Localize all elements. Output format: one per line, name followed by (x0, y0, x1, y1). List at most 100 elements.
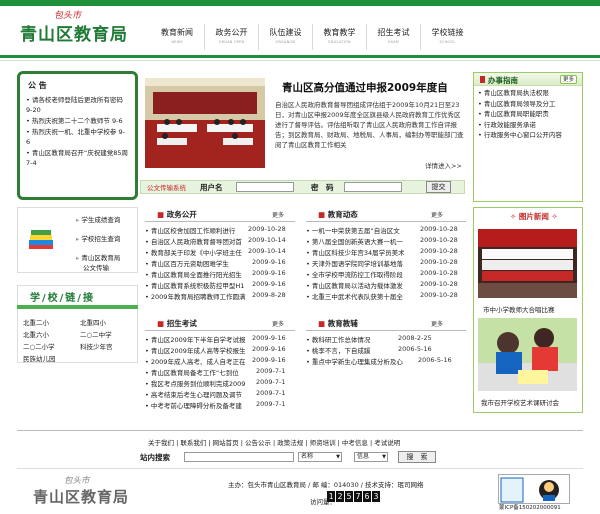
research-date: 2006-5-16 (398, 345, 432, 353)
office-item[interactable]: • 青山区教育局职能职责 (474, 109, 582, 120)
nav-school[interactable]: 学校链接 SCHOOL (420, 24, 474, 50)
nav-sub: EXAM (388, 40, 399, 44)
school-link[interactable]: 二○二小学 (23, 341, 55, 351)
doc-transfer-link[interactable]: ▸ 青山区教育局 (76, 252, 120, 262)
research-row[interactable]: • 教科研工作总体情况 (306, 334, 370, 344)
nav-exam[interactable]: 招生考试 EXAM (366, 24, 420, 50)
search-field-select[interactable]: 名称 ▼ (298, 452, 342, 462)
featured-title[interactable]: 青山区高分值通过申报2009年度自 (282, 80, 448, 95)
chevron-down-icon: ▼ (336, 454, 340, 460)
dynamics-date: 2009-10-28 (420, 280, 458, 288)
office-more-button[interactable]: 更多 (560, 75, 577, 84)
choir-photo[interactable] (478, 229, 577, 298)
politics-row[interactable]: • 青山区校舍加固工作顺利进行 (145, 225, 235, 235)
exam-more-link[interactable]: 更多 (272, 319, 284, 328)
exam-row[interactable]: • 2009年成人高考、成人自考正在 (145, 356, 245, 366)
exam-row[interactable]: • 青山区2009年下半年自学考试报 (145, 334, 245, 344)
dynamics-more-link[interactable]: 更多 (431, 210, 443, 219)
politics-row[interactable]: • 青山区百万元资助困难学生 (145, 258, 229, 268)
art-class-photo[interactable] (478, 318, 577, 391)
student-score-link[interactable]: ▸ 学生成绩查询 (76, 214, 120, 224)
sparkle-icon: ✧ (510, 212, 519, 221)
search-type-select[interactable]: 信息 ▼ (354, 452, 388, 462)
dynamics-row[interactable]: • 天津外国语学院同学培训基地落 (306, 258, 403, 268)
politics-date: 2009-9-16 (252, 269, 286, 277)
office-item[interactable]: • 青山区教育局执法权限 (474, 88, 582, 99)
dynamics-row[interactable]: • 一机一中荣获第五届“自治区文 (306, 225, 400, 235)
school-link[interactable]: 民族幼儿园 (23, 353, 56, 363)
school-links-bar (17, 305, 138, 309)
politics-row[interactable]: • 教育部关于印发《中小学班主任 (145, 247, 242, 257)
politics-date: 2009-8-28 (252, 291, 286, 299)
nav-teaching[interactable]: 教育教学 EDUCATION (312, 24, 366, 50)
research-more-link[interactable]: 更多 (431, 319, 443, 328)
dynamics-divider (306, 221, 466, 222)
dynamics-date: 2009-10-28 (420, 269, 458, 277)
exam-row[interactable]: • 青山区2009年成人高等学校报生 (145, 345, 245, 355)
politics-more-link[interactable]: 更多 (272, 210, 284, 219)
counter-digit: 3 (372, 491, 380, 502)
notice-item[interactable]: • 热烈庆祝第二十二个教师节 9-6 (26, 116, 129, 126)
office-item[interactable]: • 青山区教育局领导及分工 (474, 99, 582, 110)
footer-links[interactable]: 关于我们 | 联系我们 | 网站首页 | 公告公示 | 政策法规 | 师资培训 … (148, 437, 400, 447)
politics-row[interactable]: • 青山区教育局全面推行阳光招生 (145, 269, 242, 279)
research-title: ■ 教育教辅 (318, 318, 358, 329)
header-divider (0, 55, 600, 58)
notice-item[interactable]: • 青山区教育局召开“庆祝建党85周 7-4 (26, 148, 129, 168)
exam-row[interactable]: • 青山区教育局备考工作“七到位 (145, 367, 239, 377)
politics-row[interactable]: • 2009年教育局招聘教师工作圆满 (145, 291, 245, 301)
section-title-text: 教育动态 (327, 210, 358, 219)
school-link[interactable]: 北重四小 (80, 317, 106, 327)
dynamics-row[interactable]: • 全市学校甲流防控工作取得阶段 (306, 269, 403, 279)
nav-team[interactable]: 队伍建设 ORGANISE (258, 24, 312, 50)
footer-info: 主办：包头市青山区教育局 / 邮 编：014030 / 技术支持：珉司网络 (228, 481, 424, 489)
featured-photo[interactable] (145, 78, 265, 168)
logo[interactable]: 青山区教育局 (20, 20, 128, 45)
dynamics-row[interactable]: • 北重三中武术代表队获第十届全 (306, 291, 403, 301)
password-input[interactable] (344, 182, 402, 192)
photo-caption[interactable]: 我市召开学校艺术课研讨会 (481, 397, 559, 407)
nav-sub: SCHOOL (439, 40, 456, 44)
dynamics-row[interactable]: • 青山区教育局以活动为载体激发 (306, 280, 403, 290)
exam-row[interactable]: • 高考结束后考生心理问题及调节 (145, 389, 242, 399)
icp-record[interactable]: 蒙ICP备150202000091 (499, 503, 561, 511)
site-search-input[interactable] (184, 452, 294, 462)
school-link[interactable]: 科技少年宫 (80, 341, 113, 351)
school-link[interactable]: 北重六小 (23, 329, 49, 339)
exam-date: 2009-7-1 (256, 367, 286, 375)
office-guide-header: 办事指南 更多 (474, 73, 582, 86)
exam-row[interactable]: • 中考考前心理障碍分析及备考建 (145, 400, 242, 410)
dynamics-date: 2009-10-28 (420, 291, 458, 299)
school-link[interactable]: 北重二小 (23, 317, 49, 327)
nav-news[interactable]: 教育新闻 NEWS (150, 24, 204, 50)
office-item[interactable]: • 行政服务中心窗口公开内容 (474, 130, 582, 141)
politics-row[interactable]: • 青山区教育系统积极防控甲型H1 (145, 280, 244, 290)
notice-item[interactable]: • 请各校老师登陆后更改所有密码 9-20 (26, 95, 129, 115)
politics-date: 2009-10-14 (248, 247, 286, 255)
photo-caption[interactable]: 市中小学教师大合唱比赛 (483, 304, 555, 314)
link-label: 学校招生查询 (81, 235, 121, 243)
exam-row[interactable]: • 我区考点服务到位顺利完成2009 (145, 378, 245, 388)
featured-summary: 自治区人民政府教育督导团组成评估组于2009年10月21日至23日，对青山区申报… (275, 101, 464, 149)
chevron-down-icon: ▼ (382, 454, 386, 460)
login-title: 公文传输系统 (147, 184, 186, 192)
dynamics-row[interactable]: • 第八届全国创新英语大赛一机一 (306, 236, 403, 246)
username-input[interactable] (236, 182, 294, 192)
police-badge-icon[interactable] (498, 474, 570, 504)
search-button[interactable]: 搜 索 (398, 451, 436, 463)
research-row[interactable]: • 重点中学新生心理集成分析及心 (306, 356, 403, 366)
office-item[interactable]: • 行政效能服务承诺 (474, 120, 582, 131)
school-link[interactable]: 二○二中学 (80, 329, 112, 339)
enrollment-query-link[interactable]: ▸ 学校招生查询 (76, 233, 120, 243)
doc-transfer-link-line2[interactable]: 公文传输 (83, 262, 109, 272)
dynamics-date: 2009-10-28 (420, 258, 458, 266)
research-row[interactable]: • 桃李不言，下自成蹊 (306, 345, 370, 355)
exam-title: ■ 招生考试 (157, 318, 197, 329)
nav-politics[interactable]: 政务公开 ORGAN OPEN (204, 24, 258, 50)
featured-more-link[interactable]: 详情进入>> (425, 160, 462, 170)
login-submit-button[interactable]: 提交 (426, 181, 451, 193)
politics-row[interactable]: • 自治区人民政府教育督导团对首 (145, 236, 242, 246)
counter-digit: 6 (363, 491, 371, 502)
notice-item[interactable]: • 热烈庆祝一机、北重中学校参 9-6 (26, 127, 129, 147)
dynamics-row[interactable]: • 青山区科技少年宫34届学员美术 (306, 247, 405, 257)
